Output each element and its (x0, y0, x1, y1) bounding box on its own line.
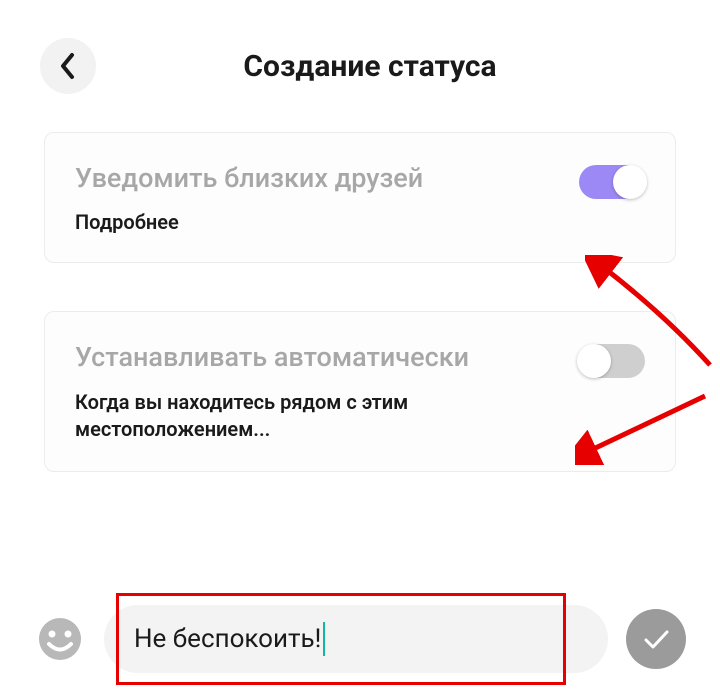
text-cursor (323, 622, 325, 656)
auto-set-card: Устанавливать автоматически Когда вы нах… (44, 311, 676, 472)
page-title: Создание статуса (40, 49, 700, 84)
auto-set-title: Устанавливать автоматически (75, 340, 563, 375)
auto-set-description: Когда вы находитесь рядом с этим местопо… (75, 389, 563, 443)
notify-friends-title: Уведомить близких друзей (75, 161, 423, 196)
toggle-knob (577, 344, 611, 378)
check-icon (640, 623, 672, 655)
notify-friends-more-link[interactable]: Подробнее (75, 210, 423, 234)
settings-cards: Уведомить близких друзей Подробнее Устан… (0, 132, 720, 472)
submit-button[interactable] (626, 609, 686, 669)
emoji-button[interactable] (34, 613, 86, 665)
smiley-icon (37, 616, 83, 662)
auto-set-toggle[interactable] (579, 344, 645, 378)
input-bar: Не беспокоить! (0, 597, 720, 691)
toggle-knob (613, 165, 647, 199)
status-input-text: Не беспокоить! (134, 624, 321, 654)
status-input[interactable]: Не беспокоить! (104, 605, 608, 673)
notify-friends-card: Уведомить близких друзей Подробнее (44, 132, 676, 263)
header: Создание статуса (0, 0, 720, 132)
notify-friends-toggle[interactable] (579, 165, 645, 199)
